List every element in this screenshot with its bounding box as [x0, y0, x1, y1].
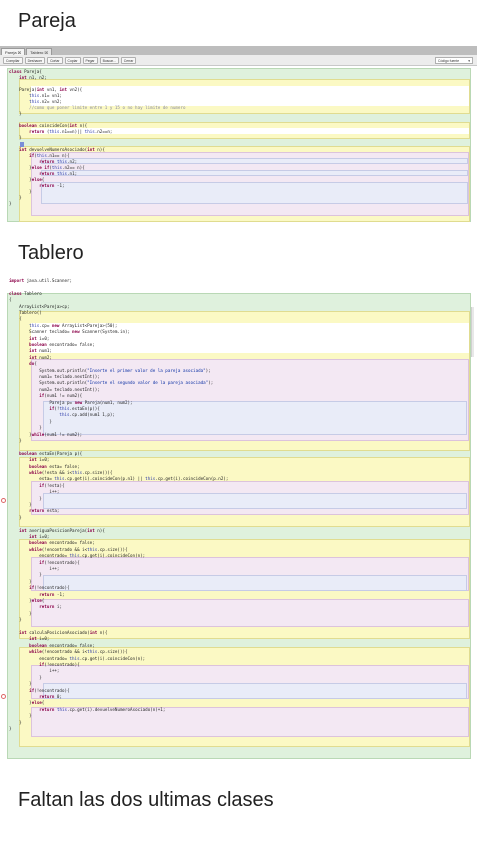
editor-tab-bar: Pareja ☒ Tablero ☒ [0, 46, 477, 55]
view-select[interactable]: Código fuente ▾ [435, 57, 473, 64]
code-line[interactable]: return esta; [9, 508, 477, 514]
code-line[interactable]: } [9, 496, 477, 502]
code-line[interactable] [9, 284, 477, 290]
heading-pareja: Pareja [18, 10, 76, 32]
code-line[interactable]: boolean esta= false; [9, 464, 477, 470]
code-area-tablero[interactable]: import java.util.Scanner; class Tablero{ … [0, 277, 477, 759]
code-line[interactable]: { [9, 297, 477, 303]
heading-tablero: Tablero [18, 242, 84, 264]
find-button[interactable]: Buscar... [99, 56, 119, 64]
code-line[interactable]: } [9, 515, 477, 521]
code-line[interactable]: Tablero() [9, 310, 477, 316]
view-select-value: Código fuente [438, 59, 460, 63]
code-line[interactable]: } [9, 579, 477, 585]
code-area-pareja[interactable]: class Pareja{ int n1, n2; Pareja(int vn1… [0, 66, 477, 224]
heading-faltan: Faltan las dos ultimas clases [18, 789, 274, 811]
code-line[interactable]: }else{ [9, 598, 477, 604]
copy-button[interactable]: Copiar [64, 56, 81, 64]
code-line[interactable]: return -1; [9, 592, 477, 598]
close-button[interactable]: Cerrar [120, 56, 137, 64]
code-line[interactable]: while(!encontrado && i<this.cp.size()){ [9, 649, 477, 655]
code-line[interactable]: import java.util.Scanner; [9, 278, 477, 284]
code-line[interactable]: return this.cp.get(i).devuelveNumeroAsoc… [9, 707, 477, 713]
code-line[interactable]: this.cp= new ArrayList<Pareja>(50); [9, 323, 477, 329]
breakpoint-icon[interactable] [1, 694, 6, 699]
code-line[interactable]: esta= this.cp.get(i).coincideCon(p.n1) |… [9, 476, 477, 482]
code-line[interactable]: } [9, 502, 477, 508]
code-line[interactable]: return 0; [9, 694, 477, 700]
code-line[interactable] [9, 624, 477, 630]
code-line[interactable]: int i=0; [9, 534, 477, 540]
code-line[interactable]: { [9, 316, 477, 322]
editor-toolbar: Compilar Deshacer Cortar Copiar Pegar Bu… [0, 55, 477, 66]
code-line[interactable]: } [9, 419, 477, 425]
code-line[interactable]: Scanner teclado= new Scanner(System.in); [9, 329, 477, 335]
code-line[interactable]: if(!encontrado){ [9, 662, 477, 668]
code-line[interactable]: } [9, 720, 477, 726]
code-line[interactable]: do{ [9, 361, 477, 367]
code-line[interactable]: i++; [9, 566, 477, 572]
code-line[interactable]: }while(num1 != num2); [9, 432, 477, 438]
code-line[interactable]: }else{ [9, 700, 477, 706]
code-line[interactable]: } [9, 572, 477, 578]
code-line[interactable]: if(!esta){ [9, 483, 477, 489]
code-line[interactable]: } [9, 617, 477, 623]
code-line[interactable]: this.cp.add(num1 1,p); [9, 412, 477, 418]
code-line[interactable]: System.out.println("Inserte el segundo v… [9, 380, 477, 386]
code-line[interactable]: class Tablero [9, 291, 477, 297]
compile-button[interactable]: Compilar [3, 56, 23, 64]
code-line[interactable]: } [9, 611, 477, 617]
code-line[interactable]: while(!esta && i<this.cp.size()){ [9, 470, 477, 476]
code-line[interactable]: boolean estaEn(Pareja p){ [9, 451, 477, 457]
code-line[interactable]: encontrado= this.cp.get(i).coincideCon(n… [9, 553, 477, 559]
code-line[interactable]: } [9, 438, 477, 444]
breakpoint-icon[interactable] [1, 498, 6, 503]
code-line[interactable]: } [9, 726, 477, 732]
code-line[interactable]: i++; [9, 489, 477, 495]
code-line[interactable]: boolean encontrado= false; [9, 643, 477, 649]
tablero-editor-window: import java.util.Scanner; class Tablero{ … [0, 277, 477, 759]
code-line[interactable]: int num1; [9, 348, 477, 354]
cut-button[interactable]: Cortar [47, 56, 63, 64]
code-line[interactable]: } [9, 201, 477, 207]
pareja-editor-window: Pareja ☒ Tablero ☒ Compilar Deshacer Cor… [0, 46, 477, 226]
code-line[interactable]: int averiguaPosicionPareja(int n){ [9, 528, 477, 534]
code-line[interactable]: int num2; [9, 355, 477, 361]
tab-tablero[interactable]: Tablero ☒ [26, 48, 53, 55]
code-line[interactable]: int calculaPosicionAsociado(int n){ [9, 630, 477, 636]
code-line[interactable]: } [9, 713, 477, 719]
code-line[interactable]: return i; [9, 604, 477, 610]
code-line[interactable]: if(!encontrado){ [9, 585, 477, 591]
code-line[interactable]: ArrayList<Pareja>cp; [9, 304, 477, 310]
chevron-down-icon: ▾ [468, 59, 470, 63]
code-line[interactable]: num2= teclado.nextInt(); [9, 387, 477, 393]
code-line[interactable]: if(!encontrado){ [9, 560, 477, 566]
code-line[interactable]: if(num1 != num2){ [9, 393, 477, 399]
code-line[interactable]: boolean encontrado= false; [9, 540, 477, 546]
code-line[interactable]: while(!encontrado && i<this.cp.size()){ [9, 547, 477, 553]
code-line[interactable]: Pareja p= new Pareja(num1, num2); [9, 400, 477, 406]
tab-pareja[interactable]: Pareja ☒ [1, 48, 26, 55]
code-line[interactable]: System.out.println("Inserte el primer va… [9, 368, 477, 374]
code-line[interactable]: if(!this.estaEn(p)){ [9, 406, 477, 412]
code-line[interactable]: int i=0; [9, 336, 477, 342]
code-line[interactable]: if(!encontrado){ [9, 688, 477, 694]
code-line[interactable] [9, 444, 477, 450]
code-line[interactable]: } [9, 425, 477, 431]
paste-button[interactable]: Pegar [82, 56, 98, 64]
code-line[interactable]: num1= teclado.nextInt(); [9, 374, 477, 380]
code-line[interactable]: encontrado= this.cp.get(i).coincideCon(n… [9, 656, 477, 662]
code-line[interactable]: } [9, 681, 477, 687]
code-line[interactable]: } [9, 675, 477, 681]
code-line[interactable]: int i=0; [9, 636, 477, 642]
code-line[interactable]: boolean encontrado= false; [9, 342, 477, 348]
code-line[interactable]: int i=0; [9, 457, 477, 463]
code-line[interactable]: i++; [9, 668, 477, 674]
code-line[interactable] [9, 521, 477, 527]
undo-button[interactable]: Deshacer [24, 56, 46, 64]
